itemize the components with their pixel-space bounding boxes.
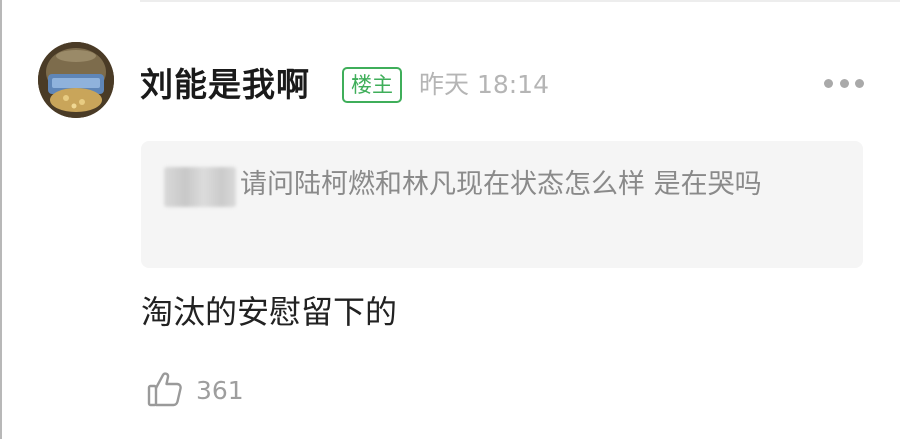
avatar-image (38, 42, 114, 118)
more-dot (824, 78, 833, 88)
left-edge-border (0, 0, 2, 439)
op-badge: 楼主 (342, 67, 402, 103)
thumbs-up-icon[interactable] (146, 370, 184, 408)
quoted-comment[interactable]: 请问陆柯燃和林凡现在状态怎么样 是在哭吗 (141, 141, 863, 268)
avatar[interactable] (38, 42, 114, 118)
comment-body: 淘汰的安慰留下的 (141, 293, 398, 331)
more-dot (855, 78, 864, 88)
quoted-comment-text: 请问陆柯燃和林凡现在状态怎么样 是在哭吗 (240, 169, 762, 200)
top-divider (140, 0, 900, 2)
like-count: 361 (196, 376, 244, 405)
timestamp: 昨天 18:14 (419, 70, 549, 99)
more-dot (839, 78, 849, 88)
more-dots-icon[interactable] (824, 75, 864, 91)
comment-page: 刘能是我啊 楼主 昨天 18:14 请问陆柯燃和林凡现在状态怎么样 是在哭吗 淘… (0, 0, 900, 439)
author-name[interactable]: 刘能是我啊 (140, 60, 310, 110)
